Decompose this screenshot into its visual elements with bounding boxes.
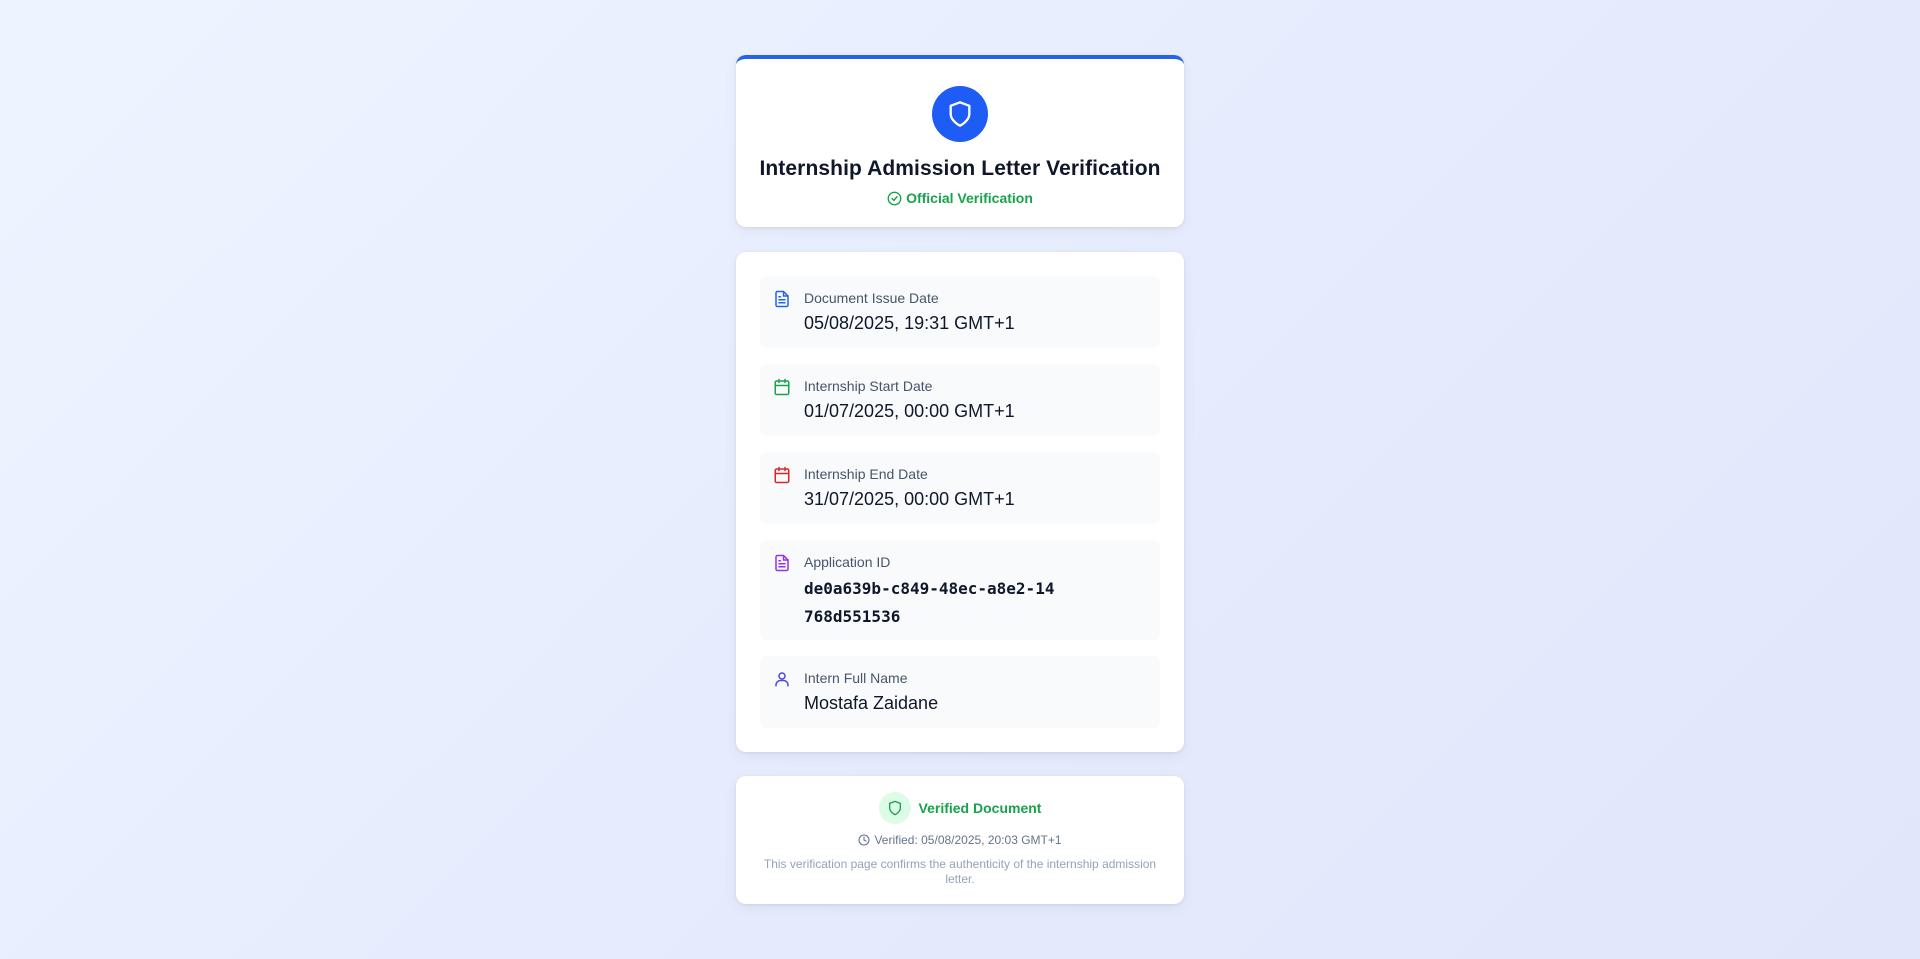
field-value: 01/07/2025, 00:00 GMT+1: [804, 401, 1015, 421]
official-verification-label: Official Verification: [906, 190, 1033, 206]
user-icon: [775, 672, 789, 687]
document-details-card: Document Issue Date 05/08/2025, 19:31 GM…: [736, 252, 1184, 752]
page-title: Internship Admission Letter Verification: [759, 157, 1161, 180]
verification-header-card: Internship Admission Letter Verification…: [736, 55, 1184, 227]
field-value: de0a639b-c849-48ec-a8e2-14768d551536: [804, 579, 1055, 626]
field-label: Intern Full Name: [804, 670, 908, 686]
clock-icon: [858, 834, 870, 846]
verified-badge: [878, 792, 911, 824]
authenticity-note: This verification page confirms the auth…: [763, 857, 1157, 886]
field-application-id: Application ID de0a639b-c849-48ec-a8e2-1…: [760, 540, 1160, 640]
file-text-icon: [775, 290, 789, 308]
field-value: 31/07/2025, 00:00 GMT+1: [804, 489, 1015, 509]
field-label: Internship End Date: [804, 466, 928, 482]
shield-icon: [949, 101, 971, 127]
field-label: Application ID: [804, 554, 891, 570]
verified-status: Verified Document: [736, 792, 1184, 824]
field-value: 05/08/2025, 19:31 GMT+1: [804, 313, 1015, 333]
shield-icon: [888, 800, 901, 816]
field-value: Mostafa Zaidane: [804, 693, 939, 713]
verified-timestamp-text: Verified: 05/08/2025, 20:03 GMT+1: [874, 833, 1062, 847]
check-circle-icon: [887, 191, 902, 205]
field-internship-start-date: Internship Start Date 01/07/2025, 00:00 …: [760, 364, 1160, 436]
official-verification-badge: Official Verification: [736, 190, 1184, 206]
calendar-icon: [774, 466, 790, 484]
field-intern-full-name: Intern Full Name Mostafa Zaidane: [760, 656, 1160, 728]
field-label: Internship Start Date: [804, 378, 933, 394]
calendar-icon: [774, 378, 790, 396]
field-label: Document Issue Date: [804, 290, 939, 306]
verified-timestamp: Verified: 05/08/2025, 20:03 GMT+1: [736, 833, 1184, 847]
shield-badge: [932, 86, 988, 142]
verified-status-label: Verified Document: [918, 800, 1042, 816]
file-text-icon: [775, 554, 789, 572]
field-internship-end-date: Internship End Date 31/07/2025, 00:00 GM…: [760, 452, 1160, 524]
field-document-issue-date: Document Issue Date 05/08/2025, 19:31 GM…: [760, 276, 1160, 348]
verification-status-card: Verified Document Verified: 05/08/2025, …: [736, 776, 1184, 904]
